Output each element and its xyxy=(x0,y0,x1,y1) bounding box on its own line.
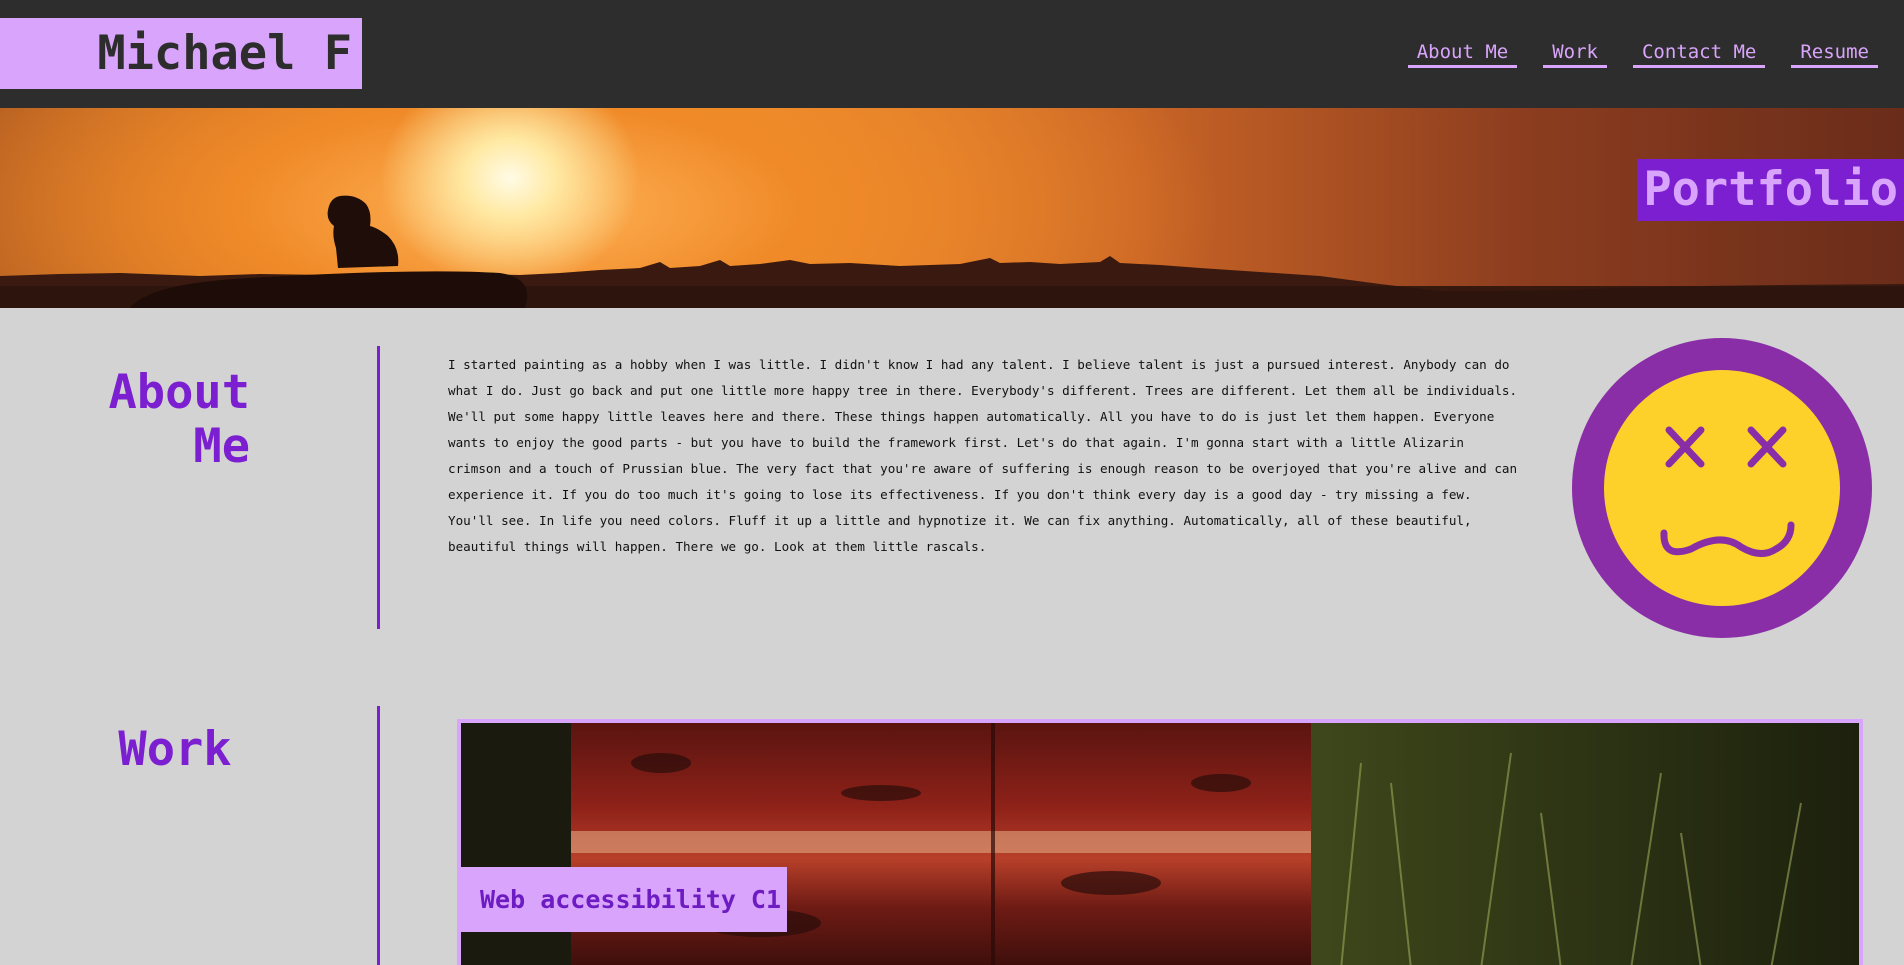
hero-sunset-image xyxy=(0,195,1904,308)
work-divider xyxy=(377,706,380,965)
about-divider xyxy=(377,346,380,629)
dizzy-face-icon xyxy=(1572,338,1872,638)
about-paragraph: I started painting as a hobby when I was… xyxy=(448,357,1518,554)
about-section-title: About Me xyxy=(100,366,250,474)
nav-link-about[interactable]: About Me xyxy=(1407,40,1518,68)
about-title-line1: About xyxy=(108,365,250,420)
work-card-label[interactable]: Web accessibility C1 xyxy=(457,867,787,932)
hero-banner: Portfolio xyxy=(0,108,1904,308)
main-nav: About Me Work Contact Me Resume xyxy=(1407,40,1904,68)
site-brand[interactable]: Michael F xyxy=(0,18,362,89)
nav-link-work[interactable]: Work xyxy=(1543,40,1607,68)
about-title-line2: Me xyxy=(193,419,250,474)
nav-link-contact[interactable]: Contact Me xyxy=(1632,40,1766,68)
site-header: Michael F About Me Work Contact Me Resum… xyxy=(0,0,1904,108)
nav-link-resume[interactable]: Resume xyxy=(1791,40,1878,68)
work-section-title: Work xyxy=(118,722,232,777)
portfolio-label: Portfolio xyxy=(1637,159,1904,221)
